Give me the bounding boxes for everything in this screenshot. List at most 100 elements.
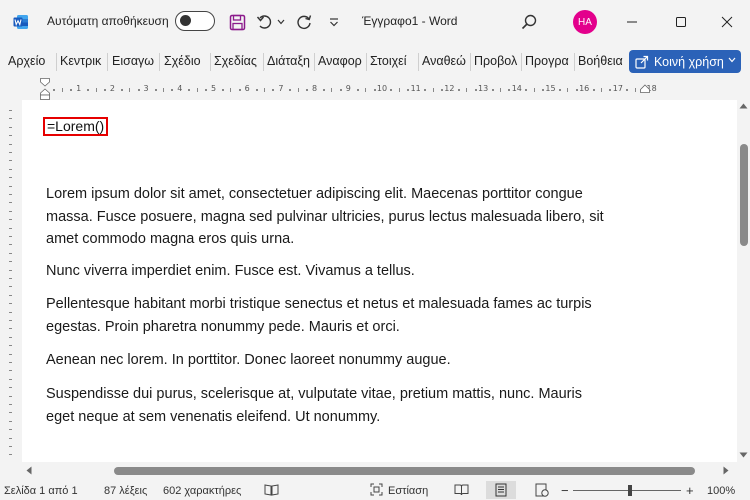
ruler-number: 17 bbox=[612, 84, 623, 93]
character-count[interactable]: 602 χαρακτήρες bbox=[163, 485, 241, 497]
ruler-tick bbox=[533, 88, 535, 92]
word-count[interactable]: 87 λέξεις bbox=[104, 485, 147, 497]
ruler-tick bbox=[9, 185, 12, 187]
tab-references[interactable]: Αναφορ bbox=[318, 54, 362, 70]
ruler-tick bbox=[9, 294, 12, 296]
ruler-tick bbox=[9, 378, 12, 380]
tab-review[interactable]: Αναθεώ bbox=[422, 54, 467, 70]
paragraph-4[interactable]: Aenean nec lorem. In porttitor. Donec la… bbox=[46, 349, 656, 372]
paragraph-2[interactable]: Nunc viverra imperdiet enim. Fusce est. … bbox=[46, 260, 656, 283]
ruler-tick bbox=[129, 88, 131, 92]
ruler-tick bbox=[567, 88, 569, 92]
ruler-tick bbox=[120, 89, 123, 91]
ruler-tick bbox=[390, 89, 393, 91]
maximize-button[interactable] bbox=[667, 8, 695, 36]
tab-separator bbox=[366, 53, 367, 71]
ruler-tick bbox=[499, 88, 501, 92]
print-layout-icon bbox=[495, 483, 507, 497]
ruler-tick bbox=[339, 89, 342, 91]
tab-separator bbox=[470, 53, 471, 71]
ruler-tick bbox=[53, 89, 56, 91]
zoom-in-button[interactable]: + bbox=[686, 483, 694, 498]
save-button[interactable] bbox=[226, 11, 248, 33]
tab-draw[interactable]: Σχέδιο bbox=[164, 54, 208, 70]
ruler-tick bbox=[9, 336, 12, 338]
ruler-tick bbox=[289, 89, 292, 91]
ruler-tick bbox=[9, 454, 12, 456]
tab-mailings[interactable]: Στοιχεί bbox=[370, 54, 415, 70]
zoom-slider-thumb[interactable] bbox=[628, 485, 632, 496]
ruler-number: 11 bbox=[410, 84, 421, 93]
paragraph-1[interactable]: Lorem ipsum dolor sit amet, consectetuer… bbox=[46, 183, 656, 251]
horizontal-scroll-thumb[interactable] bbox=[114, 467, 695, 475]
tab-insert[interactable]: Εισαγω bbox=[112, 54, 156, 70]
zoom-level[interactable]: 100% bbox=[707, 485, 735, 497]
ruler-tick bbox=[626, 89, 629, 91]
ruler-tick bbox=[9, 143, 12, 145]
horizontal-scrollbar[interactable] bbox=[22, 462, 737, 480]
web-layout-icon[interactable] bbox=[535, 483, 549, 497]
ruler-tick bbox=[9, 395, 12, 397]
scroll-up-icon[interactable] bbox=[739, 103, 748, 109]
document-page[interactable]: =Lorem() Lorem ipsum dolor sit amet, con… bbox=[22, 100, 737, 462]
ruler-number: 3 bbox=[143, 84, 149, 93]
user-avatar[interactable]: HA bbox=[573, 10, 597, 34]
ruler-tick bbox=[9, 311, 12, 313]
read-mode-icon[interactable] bbox=[454, 483, 469, 496]
ruler-tick bbox=[575, 89, 578, 91]
vertical-ruler[interactable] bbox=[0, 100, 22, 462]
ruler-tick bbox=[356, 89, 359, 91]
ruler-tick bbox=[474, 89, 477, 91]
autosave-toggle[interactable] bbox=[175, 11, 215, 31]
search-button[interactable] bbox=[518, 11, 540, 33]
ruler-tick bbox=[9, 261, 12, 263]
paragraph-3[interactable]: Pellentesque habitant morbi tristique se… bbox=[46, 293, 656, 338]
tab-help[interactable]: Βοήθεια bbox=[578, 54, 623, 70]
page-count[interactable]: Σελίδα 1 από 1 bbox=[4, 485, 78, 497]
ruler-tick bbox=[491, 89, 494, 91]
tab-developer[interactable]: Προγρα bbox=[525, 54, 569, 70]
formula-text[interactable]: =Lorem() bbox=[43, 117, 109, 136]
focus-label[interactable]: Εστίαση bbox=[388, 485, 428, 497]
zoom-slider[interactable] bbox=[573, 490, 681, 491]
customize-toolbar-button[interactable] bbox=[323, 11, 345, 33]
tab-home[interactable]: Κεντρικ bbox=[60, 54, 104, 70]
ruler-tick bbox=[87, 89, 90, 91]
share-button[interactable]: Κοινή χρήση bbox=[629, 50, 741, 73]
tab-design[interactable]: Σχεδίας bbox=[214, 54, 260, 70]
zoom-out-button[interactable]: − bbox=[561, 483, 569, 498]
tab-layout[interactable]: Διάταξη bbox=[267, 54, 312, 70]
scroll-left-icon[interactable] bbox=[26, 466, 32, 475]
indent-marker-icon[interactable] bbox=[40, 78, 50, 100]
close-button[interactable] bbox=[713, 8, 741, 36]
focus-icon[interactable] bbox=[370, 483, 383, 496]
paragraph-5[interactable]: Suspendisse dui purus, scelerisque at, v… bbox=[46, 383, 656, 428]
tab-separator bbox=[263, 53, 264, 71]
tab-separator bbox=[574, 53, 575, 71]
tab-view[interactable]: Προβολ bbox=[474, 54, 518, 70]
ruler-tick bbox=[466, 88, 468, 92]
ruler-tick bbox=[103, 89, 106, 91]
scroll-down-icon[interactable] bbox=[739, 452, 748, 458]
ruler-tick bbox=[9, 446, 12, 447]
redo-button[interactable] bbox=[293, 11, 315, 33]
scroll-right-icon[interactable] bbox=[723, 466, 729, 475]
ruler-tick bbox=[9, 135, 12, 137]
right-indent-marker-icon[interactable] bbox=[640, 84, 650, 94]
print-layout-button[interactable] bbox=[486, 481, 516, 499]
horizontal-ruler[interactable]: 1 2 3 4 5 6 7 8 9 10 11 12 13 14 15 16 17 18 bbox=[0, 76, 750, 100]
vertical-scrollbar[interactable] bbox=[737, 100, 750, 462]
ruler-tick bbox=[373, 89, 376, 91]
save-icon bbox=[229, 14, 245, 30]
undo-dropdown[interactable] bbox=[274, 11, 288, 33]
ruler-number: 2 bbox=[109, 84, 115, 93]
vertical-scroll-thumb[interactable] bbox=[740, 144, 748, 246]
ruler-tick bbox=[9, 219, 12, 221]
ruler-tick bbox=[9, 437, 12, 439]
proofing-book-icon[interactable] bbox=[264, 483, 279, 496]
undo-button[interactable] bbox=[254, 11, 276, 33]
minimize-button[interactable] bbox=[618, 8, 646, 36]
ruler-tick bbox=[154, 89, 157, 91]
tab-file[interactable]: Αρχείο bbox=[8, 54, 52, 70]
ruler-tick bbox=[9, 210, 12, 212]
